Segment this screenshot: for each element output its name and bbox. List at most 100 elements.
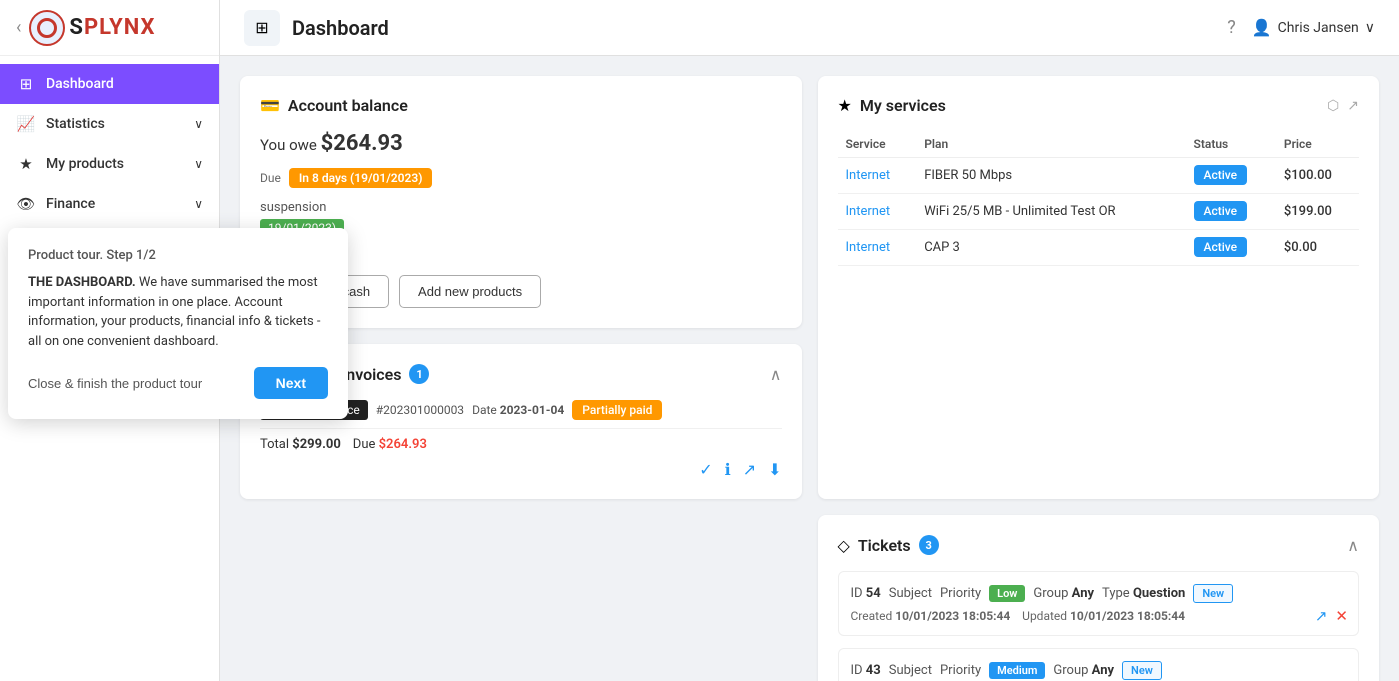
ticket-id: ID 43 [851, 663, 881, 678]
invoice-info-icon[interactable]: ℹ [725, 460, 731, 479]
chevron-down-icon: ∨ [194, 197, 203, 211]
ticket-close-icon[interactable]: ✕ [1335, 607, 1348, 625]
ticket-item: ID 54 Subject Priority Low Group Any Typ… [838, 571, 1360, 636]
ticket-external-icon[interactable]: ↗ [1315, 607, 1328, 625]
invoice-external-icon[interactable]: ↗ [743, 460, 756, 479]
status-cell: Active [1186, 230, 1276, 266]
sidebar-item-my-products[interactable]: ★ My products ∨ [0, 144, 219, 184]
price-cell: $199.00 [1276, 194, 1359, 230]
status-cell: Active [1186, 158, 1276, 194]
user-name: Chris Jansen [1278, 20, 1359, 36]
ticket-status-badge: New [1193, 584, 1233, 603]
service-cell: Internet [838, 194, 917, 230]
status-badge: Active [1194, 201, 1248, 221]
status-badge: Active [1194, 237, 1248, 257]
account-balance-title: Account balance [288, 96, 408, 115]
ticket-item: ID 43 Subject Priority Medium Group Any … [838, 648, 1360, 681]
invoice-actions: ✓ ℹ ↗ ⬇ [260, 460, 782, 479]
suspension-info: suspension [260, 200, 782, 215]
invoice-count-badge: 1 [409, 364, 429, 384]
balance-owe: You owe $264.93 [260, 131, 782, 156]
topbar-dashboard-icon: ⊞ [244, 10, 280, 46]
product-tour-popup: Product tour. Step 1/2 THE DASHBOARD. We… [8, 228, 348, 419]
user-icon: 👤 [1252, 18, 1272, 37]
star-icon: ★ [16, 154, 36, 174]
account-balance-header: 💳 Account balance [260, 96, 782, 115]
tickets-count-badge: 3 [919, 535, 939, 555]
plan-cell: FIBER 50 Mbps [916, 158, 1185, 194]
price-cell: $0.00 [1276, 230, 1359, 266]
sidebar-item-finance[interactable]: 👁 Finance ∨ [0, 184, 219, 224]
ticket-dates: Created 10/01/2023 18:05:44 Updated 10/0… [851, 609, 1347, 623]
sidebar-item-statistics[interactable]: 📈 Statistics ∨ [0, 104, 219, 144]
services-table: Service Plan Status Price Internet FIBER… [838, 131, 1360, 266]
services-star-icon: ★ [838, 96, 852, 115]
tour-step: Product tour. Step 1/2 [28, 248, 328, 263]
sidebar-item-label: Finance [46, 196, 95, 212]
invoice-download-icon[interactable]: ⬇ [768, 460, 781, 479]
collapse-icon[interactable]: ∧ [770, 365, 782, 384]
invoice-due: Due $264.93 [353, 437, 427, 452]
invoice-check-icon[interactable]: ✓ [699, 460, 712, 479]
service-cell: Internet [838, 230, 917, 266]
service-cell: Internet [838, 158, 917, 194]
service-col-header: Service [838, 131, 917, 158]
tour-footer: Close & finish the product tour Next [28, 367, 328, 399]
ticket-group: Group Any [1053, 663, 1114, 678]
ticket-priority-badge: Low [989, 585, 1025, 602]
status-cell: Active [1186, 194, 1276, 230]
ticket-subject-label: Subject [889, 663, 932, 678]
ticket-type: Type Question [1102, 586, 1185, 601]
status-col-header: Status [1186, 131, 1276, 158]
ticket-status-badge: New [1122, 661, 1162, 680]
tour-next-button[interactable]: Next [254, 367, 328, 399]
logo-text: SPLYNX [69, 15, 155, 40]
content-area: 💳 Account balance You owe $264.93 Due In… [220, 56, 1399, 681]
statistics-icon: 📈 [16, 114, 36, 134]
due-label: Due [260, 171, 281, 185]
add-products-button[interactable]: Add new products [399, 275, 541, 308]
credit-card-icon: 💳 [260, 96, 280, 115]
tickets-icon: ◇ [838, 536, 850, 555]
tickets-collapse-icon[interactable]: ∧ [1347, 536, 1359, 555]
my-services-title: My services [860, 96, 946, 115]
due-date-badge: In 8 days (19/01/2023) [289, 168, 433, 188]
my-services-card: ★ My services ⬡ ↗ Service Plan Status Pr… [818, 76, 1380, 499]
ticket-header: ID 43 Subject Priority Medium Group Any … [851, 661, 1347, 680]
ticket-priority-label: Priority [940, 586, 981, 601]
ticket-priority-badge: Medium [989, 662, 1045, 679]
logo: SPLYNX [29, 10, 155, 46]
tickets-header: ◇ Tickets 3 ∧ [838, 535, 1360, 555]
logo-icon [29, 10, 65, 46]
user-chevron-icon: ∨ [1365, 20, 1375, 36]
price-col-header: Price [1276, 131, 1359, 158]
services-external-icon[interactable]: ↗ [1347, 98, 1359, 114]
services-actions: ⬡ ↗ [1327, 98, 1359, 114]
sidebar-item-label: My products [46, 156, 124, 172]
balance-badges: Due In 8 days (19/01/2023) [260, 168, 782, 188]
tour-close-button[interactable]: Close & finish the product tour [28, 376, 202, 391]
sidebar-logo: ‹ SPLYNX [0, 0, 219, 56]
user-menu[interactable]: 👤 Chris Jansen ∨ [1252, 18, 1375, 37]
plan-cell: CAP 3 [916, 230, 1185, 266]
invoice-total: Total $299.00 [260, 437, 341, 452]
invoice-totals: Total $299.00 Due $264.93 [260, 437, 782, 452]
invoice-number: #202301000003 [376, 403, 464, 417]
main-area: ⊞ Dashboard ? 👤 Chris Jansen ∨ 💳 Account… [220, 0, 1399, 681]
back-icon[interactable]: ‹ [16, 17, 21, 38]
services-export-icon[interactable]: ⬡ [1327, 98, 1339, 114]
ticket-priority-label: Priority [940, 663, 981, 678]
price-cell: $100.00 [1276, 158, 1359, 194]
my-services-header: ★ My services ⬡ ↗ [838, 96, 1360, 115]
table-row: Internet FIBER 50 Mbps Active $100.00 [838, 158, 1360, 194]
sidebar-item-dashboard[interactable]: ⊞ Dashboard [0, 64, 219, 104]
finance-icon: 👁 [16, 194, 36, 214]
status-badge: Active [1194, 165, 1248, 185]
ticket-actions: ↗ ✕ [1315, 607, 1348, 625]
table-row: Internet WiFi 25/5 MB - Unlimited Test O… [838, 194, 1360, 230]
sidebar-item-label: Statistics [46, 116, 105, 132]
ticket-subject-label: Subject [889, 586, 932, 601]
topbar-right: ? 👤 Chris Jansen ∨ [1227, 17, 1375, 38]
topbar-left: ⊞ Dashboard [244, 10, 389, 46]
help-icon[interactable]: ? [1227, 17, 1236, 38]
